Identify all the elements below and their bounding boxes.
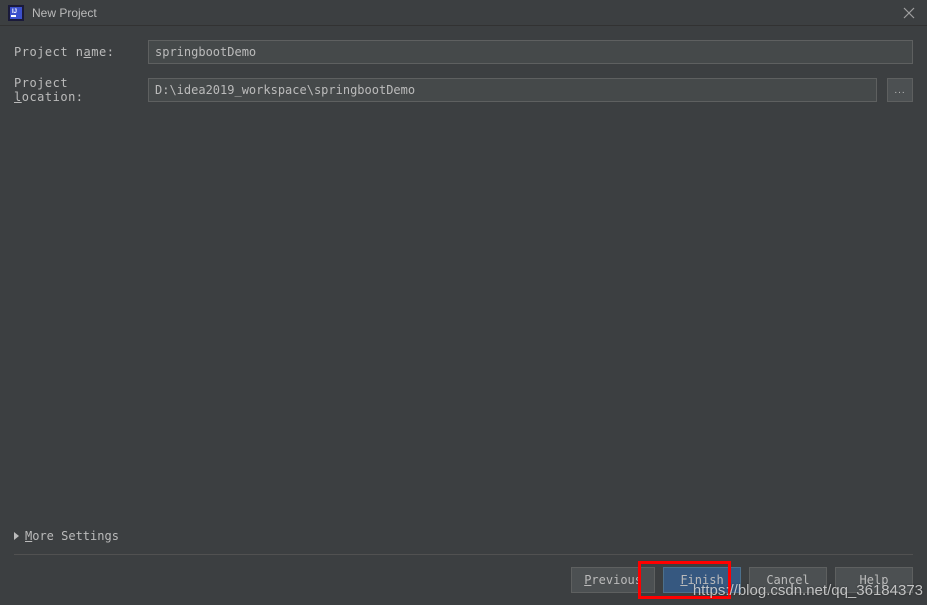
- cancel-button[interactable]: Cancel: [749, 567, 827, 593]
- close-icon[interactable]: [899, 3, 919, 23]
- browse-button[interactable]: ...: [887, 78, 913, 102]
- button-bar: Previous Finish Cancel Help: [571, 567, 913, 593]
- previous-button[interactable]: Previous: [571, 567, 655, 593]
- help-button[interactable]: Help: [835, 567, 913, 593]
- more-settings-toggle[interactable]: More Settings: [14, 529, 913, 551]
- more-settings-label: More Settings: [25, 529, 119, 543]
- project-location-label: Project location:: [14, 76, 138, 104]
- expand-icon: [14, 532, 19, 540]
- project-location-input[interactable]: [148, 78, 877, 102]
- divider: [14, 554, 913, 555]
- titlebar: IJ New Project: [0, 0, 927, 26]
- intellij-icon: IJ: [8, 5, 24, 21]
- finish-button[interactable]: Finish: [663, 567, 741, 593]
- project-name-label: Project name:: [14, 45, 138, 59]
- window-title: New Project: [32, 6, 899, 20]
- form-content: Project name: Project location: ...: [0, 26, 927, 104]
- svg-text:IJ: IJ: [12, 9, 17, 15]
- project-name-row: Project name:: [14, 40, 913, 64]
- project-name-input[interactable]: [148, 40, 913, 64]
- project-location-row: Project location: ...: [14, 76, 913, 104]
